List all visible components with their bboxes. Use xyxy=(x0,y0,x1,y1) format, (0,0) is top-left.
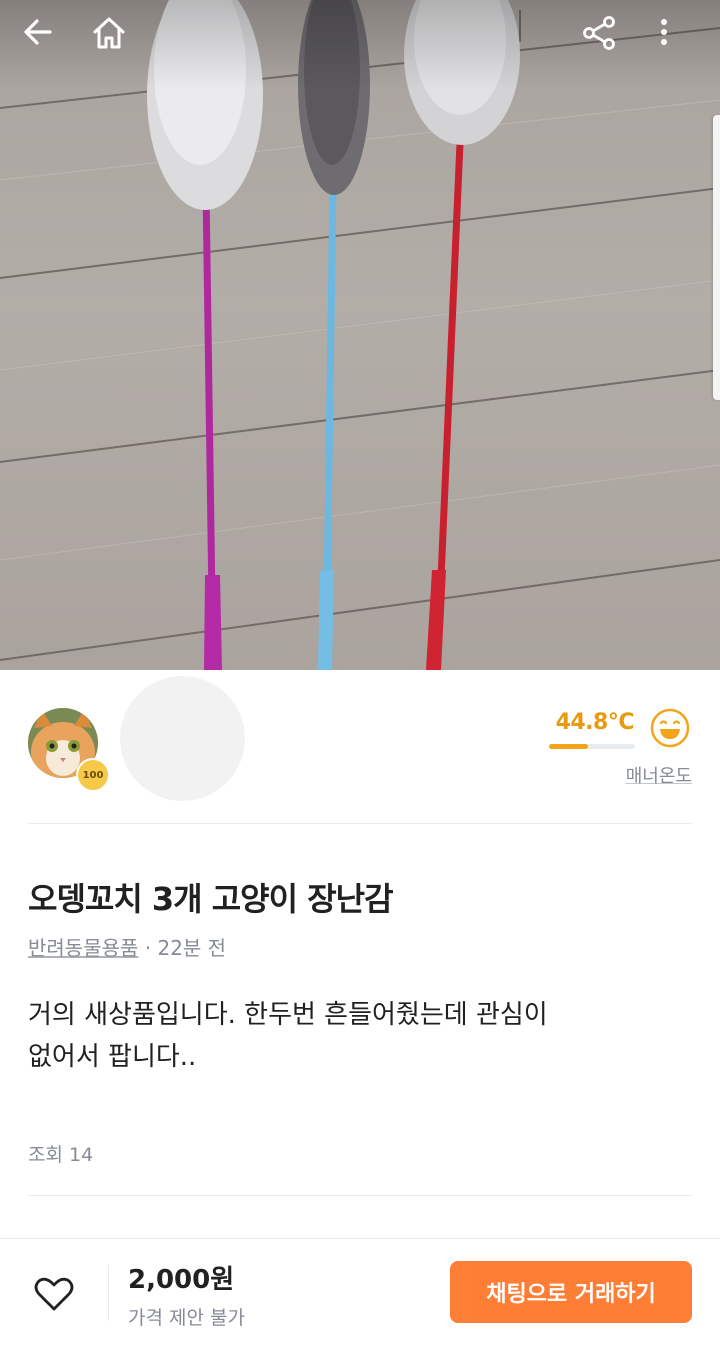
chat-trade-button[interactable]: 채팅으로 거래하기 xyxy=(450,1261,692,1323)
manner-temperature-label[interactable]: 매너온도 xyxy=(626,762,692,788)
category-link[interactable]: 반려동물용품 xyxy=(28,936,138,960)
divider xyxy=(28,1195,692,1196)
arrow-left-icon xyxy=(24,19,52,45)
product-photo[interactable] xyxy=(0,0,720,670)
product-description: 거의 새상품입니다. 한두번 흔들어줬는데 관심이 없어서 팝니다.. xyxy=(28,994,692,1078)
seller-badge: 100 xyxy=(76,758,110,792)
overlay-ghost xyxy=(120,676,245,801)
more-button[interactable] xyxy=(654,14,710,70)
temperature-bar xyxy=(549,744,635,749)
manner-temperature: 44.8°C xyxy=(555,710,635,735)
like-button[interactable] xyxy=(28,1269,80,1321)
more-vertical-icon xyxy=(661,19,667,45)
smile-face-icon xyxy=(650,708,690,748)
share-icon xyxy=(583,16,615,50)
divider xyxy=(108,1265,109,1321)
price-negotiation-note: 가격 제안 불가 xyxy=(128,1307,245,1329)
home-button[interactable] xyxy=(90,14,146,70)
heart-icon xyxy=(34,1277,74,1311)
back-button[interactable] xyxy=(20,14,76,70)
product-title: 오뎅꼬치 3개 고양이 장난감 xyxy=(28,880,394,918)
product-meta: 반려동물용품 · 22분 전 xyxy=(28,932,226,961)
product-photo-image xyxy=(0,0,720,670)
side-scroll-handle[interactable] xyxy=(713,115,720,400)
temperature-bar-fill xyxy=(549,744,588,749)
seller-badge-text: 100 xyxy=(82,769,104,781)
seller-section[interactable]: 100 44.8°C 매너온도 xyxy=(0,670,720,825)
description-line: 없어서 팝니다.. xyxy=(28,1042,197,1072)
home-icon xyxy=(93,17,125,49)
divider xyxy=(28,823,692,824)
price: 2,000원 xyxy=(128,1265,235,1295)
view-count: 조회 14 xyxy=(28,1144,94,1166)
share-button[interactable] xyxy=(580,14,636,70)
posted-time: · 22분 전 xyxy=(138,936,227,960)
bottom-action-bar: 2,000원 가격 제안 불가 채팅으로 거래하기 xyxy=(0,1238,720,1352)
description-line: 거의 새상품입니다. 한두번 흔들어줬는데 관심이 xyxy=(28,1000,548,1030)
